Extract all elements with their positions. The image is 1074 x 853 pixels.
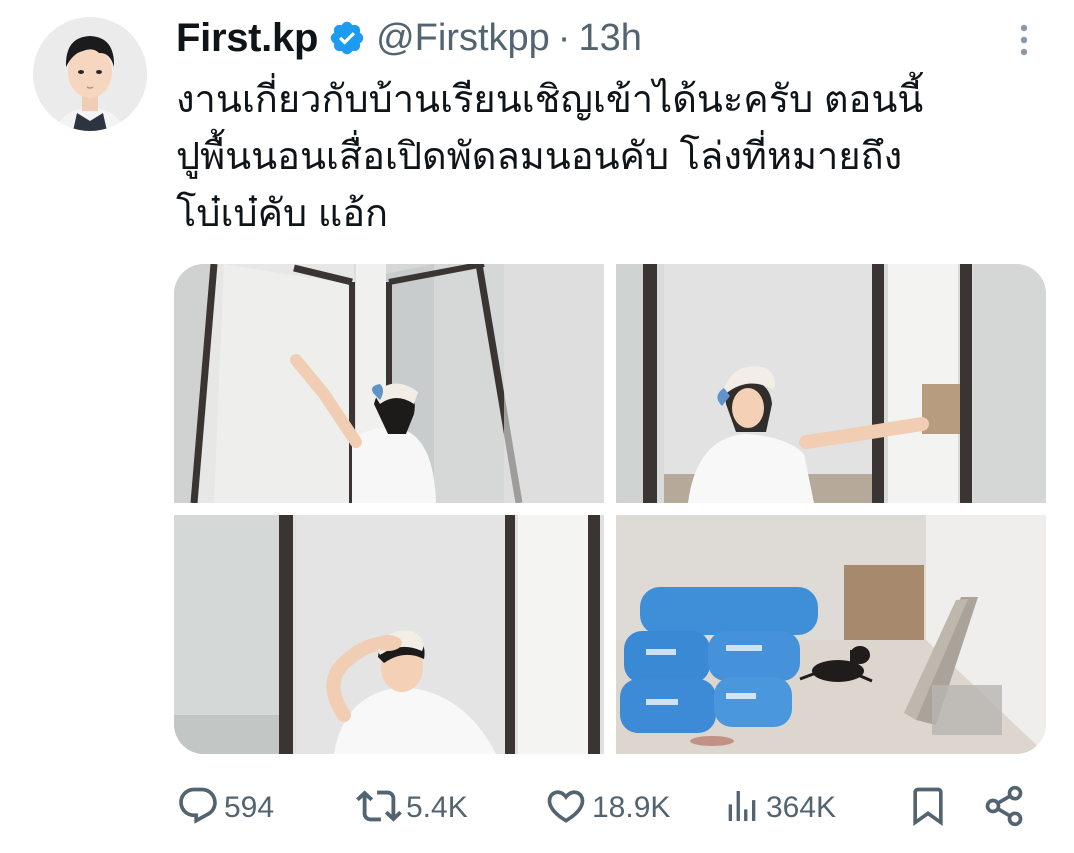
media-grid xyxy=(174,264,1046,754)
timestamp[interactable]: 13h xyxy=(578,17,641,60)
handle[interactable]: @Firstkpp xyxy=(376,17,550,60)
repost-button[interactable]: 5.4K xyxy=(356,780,468,836)
photo-holding-tile[interactable] xyxy=(616,264,1046,503)
verified-badge-icon[interactable] xyxy=(328,19,366,57)
reply-icon xyxy=(176,784,220,833)
repost-count: 5.4K xyxy=(406,791,468,824)
photo-bags-and-dog[interactable] xyxy=(616,515,1046,754)
tweet-text: งานเกี่ยวกับบ้านเรียนเชิญเข้าได้นะครับ ต… xyxy=(176,72,1056,243)
photo-hand-on-head[interactable] xyxy=(174,515,604,754)
separator-dot: · xyxy=(557,16,571,59)
bookmark-button[interactable] xyxy=(906,780,950,836)
display-name[interactable]: First.kp xyxy=(176,16,318,61)
views-button[interactable]: 364K xyxy=(722,780,836,836)
tweet-header: First.kp @Firstkpp · 13h xyxy=(176,10,642,66)
views-icon xyxy=(722,784,762,833)
reply-count: 594 xyxy=(224,791,275,824)
share-icon xyxy=(982,784,1026,833)
share-button[interactable] xyxy=(982,780,1026,836)
tweet-text-line: โบ๋เบ๋คับ แอ้ก xyxy=(176,193,389,235)
bookmark-icon xyxy=(906,784,950,833)
more-icon[interactable] xyxy=(1010,20,1038,60)
views-count: 364K xyxy=(766,791,837,824)
avatar[interactable] xyxy=(33,17,147,131)
like-count: 18.9K xyxy=(592,791,671,824)
tweet-text-line: ปูพื้นนอนเสื่อเปิดพัดลมนอนคับ โล่งที่หมา… xyxy=(176,136,903,178)
photo-pointing-up[interactable] xyxy=(174,264,604,503)
like-button[interactable]: 18.9K xyxy=(544,780,670,836)
action-bar: 594 5.4K 18.9K 364K xyxy=(176,780,1036,836)
like-icon xyxy=(544,784,588,833)
tweet-text-line: งานเกี่ยวกับบ้านเรียนเชิญเข้าได้นะครับ ต… xyxy=(176,79,924,121)
repost-icon xyxy=(356,783,402,834)
reply-button[interactable]: 594 xyxy=(176,780,274,836)
